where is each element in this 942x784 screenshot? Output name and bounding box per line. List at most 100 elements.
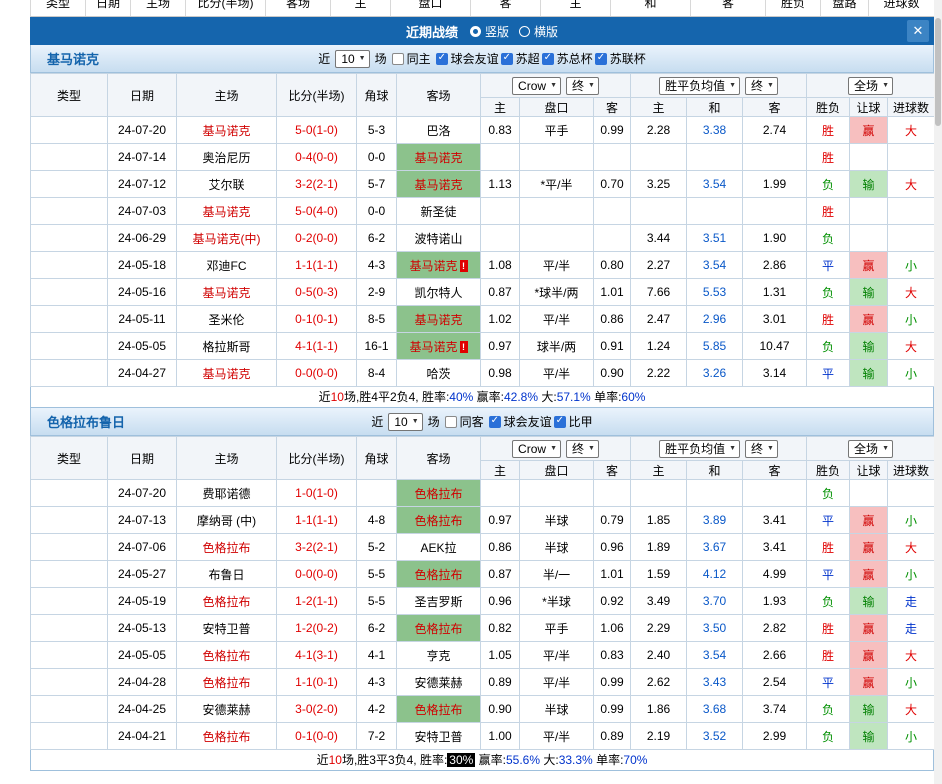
league-filter-checkbox[interactable]: 球会友谊 bbox=[489, 413, 552, 430]
match-count-select[interactable]: 10 ▼ bbox=[388, 413, 422, 431]
match-date: 24-05-11 bbox=[108, 306, 177, 333]
asian-away-odds bbox=[594, 144, 631, 171]
handicap-result: 输 bbox=[850, 723, 888, 750]
checkbox-icon bbox=[554, 416, 566, 428]
away-team: 基马诺克! bbox=[397, 252, 481, 279]
dropdown-arrow-icon: ▼ bbox=[882, 82, 889, 89]
asian-home-odds bbox=[481, 198, 520, 225]
handicap-result: 赢 bbox=[850, 669, 888, 696]
corners: 5-7 bbox=[357, 171, 397, 198]
final-odds-select[interactable]: 终▼ bbox=[745, 77, 778, 95]
euro-home-odds: 1.86 bbox=[631, 696, 687, 723]
match-date: 24-07-13 bbox=[108, 507, 177, 534]
europe-average-select[interactable]: 胜平负均值▼ bbox=[659, 440, 740, 458]
asian-away-odds: 0.70 bbox=[594, 171, 631, 198]
goals-result: 小 bbox=[888, 306, 935, 333]
scrollbar-thumb[interactable] bbox=[935, 18, 941, 126]
close-button[interactable]: ✕ bbox=[907, 20, 929, 42]
dropdown-arrow-icon: ▼ bbox=[729, 82, 736, 89]
dropdown-arrow-icon: ▼ bbox=[767, 445, 774, 452]
summary-part: 55.6% bbox=[506, 753, 540, 767]
match-date: 24-05-13 bbox=[108, 615, 177, 642]
handicap-result: 输 bbox=[850, 333, 888, 360]
euro-draw-odds: 3.50 bbox=[687, 615, 743, 642]
away-team: 巴洛 bbox=[397, 117, 481, 144]
away-team: 基马诺克 bbox=[397, 306, 481, 333]
league-filter-checkbox[interactable]: 比甲 bbox=[554, 413, 593, 430]
euro-away-odds: 10.47 bbox=[743, 333, 807, 360]
league-filter-checkbox[interactable]: 苏超 bbox=[501, 50, 540, 67]
match-count-select[interactable]: 10 ▼ bbox=[335, 50, 369, 68]
final-odds-select[interactable]: 终▼ bbox=[566, 77, 599, 95]
near-label: 近 bbox=[318, 50, 330, 67]
away-team: 基马诺克 bbox=[397, 171, 481, 198]
asian-home-odds bbox=[481, 225, 520, 252]
score: 1-0(1-0) bbox=[277, 480, 357, 507]
league-type: 比甲 bbox=[31, 642, 108, 669]
league-type: 苏超 bbox=[31, 360, 108, 387]
col-euro-away: 客 bbox=[743, 98, 807, 117]
europe-average-select[interactable]: 胜平负均值▼ bbox=[659, 77, 740, 95]
scope-select[interactable]: 全场▼ bbox=[848, 77, 893, 95]
match-row: 球会友谊24-07-20基马诺克5-0(1-0)5-3巴洛0.83平手0.992… bbox=[31, 117, 935, 144]
league-type: 比甲 bbox=[31, 588, 108, 615]
euro-away-odds: 2.66 bbox=[743, 642, 807, 669]
layout-radio-group: 竖版横版 bbox=[470, 23, 558, 40]
match-result: 胜 bbox=[807, 642, 850, 669]
same-venue-checkbox[interactable]: 同主 bbox=[392, 50, 431, 67]
match-row: 比甲24-05-13安特卫普1-2(0-2)6-2色格拉布0.82平手1.062… bbox=[31, 615, 935, 642]
home-team: 基马诺克 bbox=[177, 198, 277, 225]
summary-part: 场,胜4平2负4, 胜率: bbox=[344, 390, 449, 404]
col-type: 类型 bbox=[31, 437, 108, 480]
score: 4-1(3-1) bbox=[277, 642, 357, 669]
match-date: 24-07-14 bbox=[108, 144, 177, 171]
match-row: 球会友谊24-07-20费耶诺德1-0(1-0)色格拉布负 bbox=[31, 480, 935, 507]
handicap-result: 输 bbox=[850, 588, 888, 615]
layout-radio-horizontal[interactable]: 横版 bbox=[519, 23, 558, 40]
league-filter-checkbox[interactable]: 苏总杯 bbox=[542, 50, 593, 67]
layout-radio-vertical[interactable]: 竖版 bbox=[470, 23, 509, 40]
asian-away-odds: 1.01 bbox=[594, 561, 631, 588]
final-odds-select[interactable]: 终▼ bbox=[745, 440, 778, 458]
asian-handicap: 半/一 bbox=[520, 561, 594, 588]
euro-home-odds bbox=[631, 480, 687, 507]
match-date: 24-04-25 bbox=[108, 696, 177, 723]
dropdown-arrow-icon: ▼ bbox=[359, 55, 366, 62]
score: 5-0(4-0) bbox=[277, 198, 357, 225]
dropdown-arrow-icon: ▼ bbox=[882, 445, 889, 452]
final-odds-select[interactable]: 终▼ bbox=[566, 440, 599, 458]
league-filter-checkbox[interactable]: 球会友谊 bbox=[436, 50, 499, 67]
goals-result bbox=[888, 225, 935, 252]
bookmaker-select[interactable]: Crow▼ bbox=[512, 77, 561, 95]
score: 1-1(1-1) bbox=[277, 252, 357, 279]
section-kilmarnock: 基马诺克 近 10 ▼ 场 同主 球会友谊苏超苏总杯苏联杯 bbox=[30, 45, 934, 408]
summary-part: 30% bbox=[447, 753, 475, 767]
same-venue-checkbox[interactable]: 同客 bbox=[445, 413, 484, 430]
scope-select[interactable]: 全场▼ bbox=[848, 440, 893, 458]
col-goals: 进球数 bbox=[888, 461, 935, 480]
match-row: 比甲24-05-05色格拉布4-1(3-1)4-1亨克1.05平/半0.832.… bbox=[31, 642, 935, 669]
goals-result: 小 bbox=[888, 360, 935, 387]
asian-handicap: *半球 bbox=[520, 588, 594, 615]
match-row: 球会友谊24-06-29基马诺克(中)0-2(0-0)6-2波特诺山3.443.… bbox=[31, 225, 935, 252]
away-team: AEK拉 bbox=[397, 534, 481, 561]
home-team: 色格拉布 bbox=[177, 534, 277, 561]
away-team: 色格拉布 bbox=[397, 615, 481, 642]
top-header-cell: 客 bbox=[471, 0, 541, 17]
result-group: 全场▼ bbox=[807, 74, 935, 98]
bookmaker-select[interactable]: Crow▼ bbox=[512, 440, 561, 458]
handicap-result: 输 bbox=[850, 279, 888, 306]
col-type: 类型 bbox=[31, 74, 108, 117]
euro-home-odds: 7.66 bbox=[631, 279, 687, 306]
score: 1-1(0-1) bbox=[277, 669, 357, 696]
league-type: 球会友谊 bbox=[31, 117, 108, 144]
asian-away-odds: 0.83 bbox=[594, 642, 631, 669]
asian-home-odds: 0.90 bbox=[481, 696, 520, 723]
league-type: 苏超 bbox=[31, 279, 108, 306]
league-filter-checkbox[interactable]: 苏联杯 bbox=[595, 50, 646, 67]
scrollbar[interactable] bbox=[934, 0, 942, 784]
euro-home-odds: 1.85 bbox=[631, 507, 687, 534]
league-type: 球会友谊 bbox=[31, 171, 108, 198]
asian-home-odds: 0.97 bbox=[481, 333, 520, 360]
asian-away-odds bbox=[594, 225, 631, 252]
